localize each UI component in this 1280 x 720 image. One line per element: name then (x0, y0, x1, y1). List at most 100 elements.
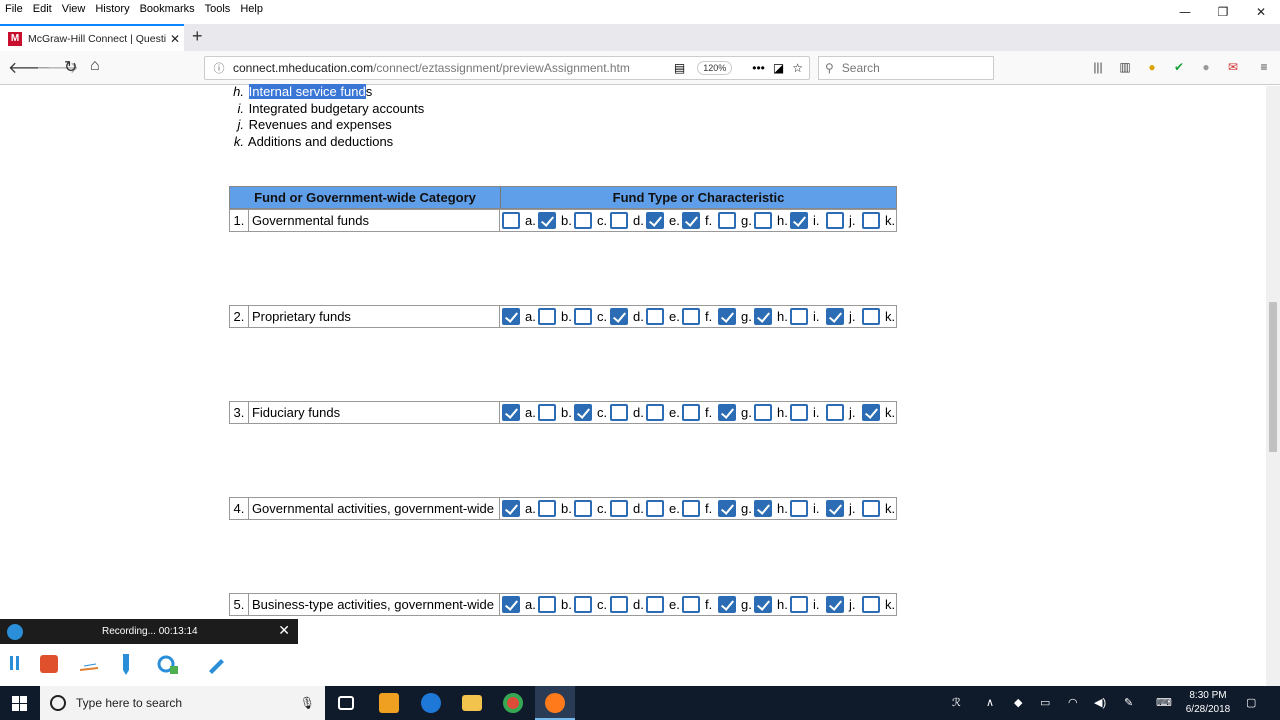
checkbox[interactable] (754, 596, 772, 613)
windows-start-icon[interactable] (12, 696, 27, 711)
checkbox[interactable] (682, 404, 700, 421)
extension-key-icon[interactable]: ● (1144, 60, 1160, 76)
checkbox[interactable] (682, 212, 700, 229)
checkbox[interactable] (646, 596, 664, 613)
checkbox[interactable] (790, 404, 808, 421)
checkbox[interactable] (682, 500, 700, 517)
vertical-scrollbar[interactable] (1266, 86, 1280, 686)
checkbox[interactable] (790, 596, 808, 613)
menu-edit[interactable]: Edit (28, 3, 57, 15)
microphone-icon[interactable]: 🎙 (300, 696, 315, 710)
volume-icon[interactable]: ◀) (1094, 696, 1106, 709)
menu-file[interactable]: File (0, 3, 28, 15)
system-clock[interactable]: 8:30 PM 6/28/2018 (1180, 689, 1236, 717)
checkbox[interactable] (574, 404, 592, 421)
checkbox[interactable] (862, 404, 880, 421)
checkbox[interactable] (862, 500, 880, 517)
checkbox[interactable] (790, 308, 808, 325)
checkbox[interactable] (754, 500, 772, 517)
store-icon[interactable] (379, 693, 399, 713)
extension-mail-icon[interactable]: ✉ (1225, 60, 1241, 76)
checkbox[interactable] (646, 212, 664, 229)
checkbox[interactable] (754, 404, 772, 421)
checkbox[interactable] (610, 308, 628, 325)
home-icon[interactable]: ⌂ (90, 57, 100, 75)
checkbox[interactable] (610, 596, 628, 613)
taskbar-search[interactable]: Type here to search 🎙 (40, 686, 325, 720)
checkbox[interactable] (826, 404, 844, 421)
checkbox[interactable] (862, 596, 880, 613)
edge-icon[interactable] (421, 693, 441, 713)
menu-bookmarks[interactable]: Bookmarks (135, 3, 200, 15)
action-center-icon[interactable]: ▢ (1246, 696, 1256, 709)
sidebar-icon[interactable]: ▥ (1117, 60, 1133, 76)
checkbox[interactable] (538, 404, 556, 421)
pen-workspace-icon[interactable]: ✎ (1124, 696, 1133, 709)
checkbox[interactable] (646, 500, 664, 517)
checkbox[interactable] (718, 212, 736, 229)
checkbox[interactable] (646, 404, 664, 421)
checkbox[interactable] (862, 308, 880, 325)
checkbox[interactable] (538, 596, 556, 613)
checkbox[interactable] (502, 596, 520, 613)
checkbox[interactable] (754, 308, 772, 325)
checkbox[interactable] (826, 500, 844, 517)
checkbox[interactable] (610, 500, 628, 517)
keyboard-icon[interactable]: ⌨ (1156, 696, 1172, 709)
checkbox[interactable] (826, 596, 844, 613)
extension-grey-icon[interactable]: ● (1198, 60, 1214, 76)
battery-icon[interactable]: ▭ (1040, 696, 1050, 709)
hamburger-menu-icon[interactable]: ≡ (1256, 60, 1272, 76)
menu-help[interactable]: Help (235, 3, 268, 15)
checkbox[interactable] (718, 596, 736, 613)
menu-history[interactable]: History (90, 3, 134, 15)
checkbox[interactable] (790, 500, 808, 517)
checkbox[interactable] (502, 500, 520, 517)
checkbox[interactable] (826, 212, 844, 229)
checkbox[interactable] (718, 308, 736, 325)
task-view-icon[interactable] (338, 696, 354, 710)
checkbox[interactable] (574, 500, 592, 517)
checkbox[interactable] (718, 500, 736, 517)
checkbox[interactable] (646, 308, 664, 325)
pocket-icon[interactable]: ◪ (773, 61, 784, 75)
checkbox[interactable] (682, 308, 700, 325)
search-box[interactable]: ⚲ Search (818, 56, 994, 80)
recording-close-icon[interactable]: ✕ (278, 622, 290, 639)
pen-tool-icon[interactable] (118, 654, 134, 675)
checkbox[interactable] (574, 212, 592, 229)
show-hidden-icons-icon[interactable]: ∧ (986, 696, 994, 709)
pause-icon[interactable] (9, 654, 21, 674)
checkbox[interactable] (538, 500, 556, 517)
checkbox[interactable] (826, 308, 844, 325)
scrollbar-thumb[interactable] (1269, 302, 1277, 452)
checkbox[interactable] (682, 596, 700, 613)
tab-close-icon[interactable]: ✕ (166, 32, 184, 46)
page-actions-icon[interactable]: ••• (752, 61, 765, 75)
checkbox[interactable] (538, 308, 556, 325)
webcam-add-icon[interactable] (156, 654, 180, 674)
site-info-icon[interactable]: ⓘ (205, 60, 233, 76)
checkbox[interactable] (610, 212, 628, 229)
people-icon[interactable]: ℛ (952, 696, 961, 709)
checkbox[interactable] (502, 404, 520, 421)
zoom-level-badge[interactable]: 120% (697, 61, 733, 75)
menu-tools[interactable]: Tools (200, 3, 236, 15)
new-tab-icon[interactable]: + (192, 26, 203, 47)
checkbox[interactable] (502, 212, 520, 229)
checkbox[interactable] (502, 308, 520, 325)
checkbox[interactable] (790, 212, 808, 229)
restore-button[interactable]: ❐ (1204, 0, 1242, 24)
checkbox[interactable] (862, 212, 880, 229)
checkbox[interactable] (574, 308, 592, 325)
reload-icon[interactable]: ↻ (64, 57, 77, 77)
reader-view-icon[interactable]: ▤ (674, 61, 685, 75)
checkbox[interactable] (574, 596, 592, 613)
close-window-button[interactable]: ✕ (1242, 0, 1280, 24)
checkbox[interactable] (610, 404, 628, 421)
checkbox[interactable] (538, 212, 556, 229)
checkbox[interactable] (754, 212, 772, 229)
dropbox-icon[interactable]: ◆ (1014, 696, 1022, 709)
checkbox[interactable] (718, 404, 736, 421)
menu-view[interactable]: View (57, 3, 91, 15)
